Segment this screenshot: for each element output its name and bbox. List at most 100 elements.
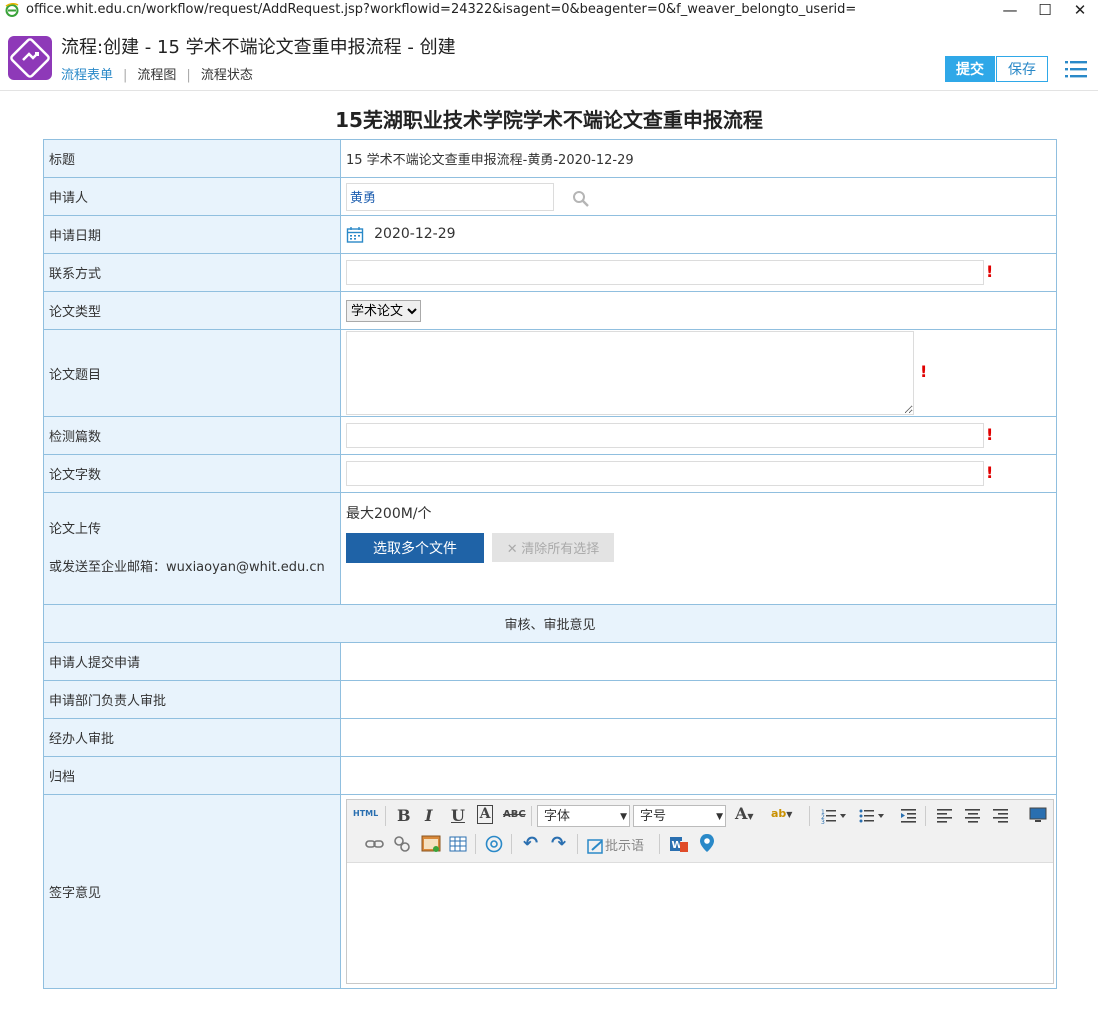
signature-edit-area[interactable] <box>347 863 1053 983</box>
tab-status[interactable]: 流程状态 <box>201 68 253 83</box>
font-color-icon[interactable]: A▼ <box>735 804 754 823</box>
chevron-down-icon: ▼ <box>620 812 627 822</box>
table-row: 经办人审批 <box>43 718 1057 757</box>
date-value: 2020-12-29 <box>374 226 456 242</box>
approval-row-label: 申请部门负责人审批 <box>43 680 341 719</box>
phrase-button[interactable]: 批示语 <box>587 835 657 855</box>
phrase-icon <box>587 838 603 854</box>
required-mark: ! <box>986 262 994 281</box>
approval-row-value <box>340 756 1057 795</box>
title-label: 标题 <box>43 139 341 178</box>
underline-icon[interactable]: U <box>451 806 465 825</box>
unlink-icon[interactable] <box>393 835 411 853</box>
table-row: 签字意见 HTML B I U A ABC 字体 ▼ 字号 ▼ A▼ ab▼ 1… <box>43 794 1057 989</box>
contact-field[interactable] <box>346 260 984 285</box>
location-pin-icon[interactable] <box>699 833 715 853</box>
approval-section-title: 审核、审批意见 <box>43 604 1057 643</box>
font-family-select[interactable]: 字体 ▼ <box>537 805 630 827</box>
table-row: 联系方式 ! <box>43 253 1057 292</box>
upload-limit-text: 最大200M/个 <box>346 506 432 522</box>
paper-topic-field[interactable] <box>346 331 914 415</box>
upload-label: 论文上传 <box>49 521 102 537</box>
upload-label-cell: 论文上传 或发送至企业邮箱：wuxiaoyan@whit.edu.cn <box>43 492 341 605</box>
required-mark: ! <box>920 361 928 381</box>
fullscreen-icon[interactable] <box>1029 807 1047 823</box>
word-count-field[interactable] <box>346 461 984 486</box>
highlight-icon[interactable]: ab▼ <box>771 807 792 820</box>
applicant-field[interactable] <box>346 182 554 211</box>
minimize-button[interactable]: — <box>992 0 1028 20</box>
submit-button[interactable]: 提交 <box>945 56 995 82</box>
maximize-button[interactable]: ☐ <box>1027 0 1063 20</box>
approval-row-value <box>340 642 1057 681</box>
font-family-select-label: 字体 <box>544 809 571 824</box>
table-row: 检测篇数 ! <box>43 416 1057 455</box>
unordered-list-icon[interactable] <box>859 808 887 824</box>
chevron-down-icon: ▼ <box>716 812 723 822</box>
paper-type-select[interactable]: 学术论文 <box>346 299 421 322</box>
workflow-header: 流程:创建 - 15 学术不端论文查重申报流程 - 创建 流程表单 | 流程图 | 流程… <box>0 28 1098 91</box>
table-row: 审核、审批意见 <box>43 604 1057 643</box>
italic-icon[interactable]: I <box>425 806 432 825</box>
clear-selection-button[interactable]: ✕ 清除所有选择 <box>492 533 614 562</box>
tab-flowchart[interactable]: 流程图 <box>137 68 176 83</box>
check-count-field[interactable] <box>346 423 984 448</box>
word-import-icon[interactable]: W <box>669 834 689 854</box>
svg-text:3: 3 <box>821 819 825 824</box>
font-border-icon[interactable]: A <box>477 805 493 824</box>
paper-type-label: 论文类型 <box>43 291 341 330</box>
workflow-tabs: 流程表单 | 流程图 | 流程状态 <box>61 68 253 83</box>
align-left-icon[interactable] <box>937 808 953 824</box>
calendar-icon[interactable] <box>346 226 364 244</box>
font-size-select[interactable]: 字号 ▼ <box>633 805 726 827</box>
page-title: 流程:创建 - 15 学术不端论文查重申报流程 - 创建 <box>61 37 456 58</box>
table-row: 申请人 <box>43 177 1057 216</box>
workflow-app-icon <box>8 36 52 80</box>
clear-selection-label: 清除所有选择 <box>521 541 600 556</box>
align-center-icon[interactable] <box>965 808 981 824</box>
table-row: 论文上传 或发送至企业邮箱：wuxiaoyan@whit.edu.cn 最大20… <box>43 492 1057 605</box>
approval-row-value <box>340 718 1057 757</box>
title-value: 15 学术不端论文查重申报流程-黄勇-2020-12-29 <box>340 139 1057 178</box>
approval-row-label: 申请人提交申请 <box>43 642 341 681</box>
select-files-button[interactable]: 选取多个文件 <box>346 533 484 563</box>
editor-toolbar: HTML B I U A ABC 字体 ▼ 字号 ▼ A▼ ab▼ 123 ↶ … <box>347 800 1053 863</box>
ordered-list-icon[interactable]: 123 <box>821 808 849 824</box>
table-row: 归档 <box>43 756 1057 795</box>
menu-list-icon[interactable] <box>1064 58 1088 80</box>
at-mention-icon[interactable] <box>485 835 503 853</box>
strikethrough-icon[interactable]: ABC <box>503 809 526 820</box>
table-row: 论文类型 学术论文 <box>43 291 1057 330</box>
contact-label: 联系方式 <box>43 253 341 292</box>
bold-icon[interactable]: B <box>397 806 411 825</box>
close-button[interactable]: ✕ <box>1062 0 1098 20</box>
table-row: 论文字数 ! <box>43 454 1057 493</box>
html-source-icon[interactable]: HTML <box>353 809 378 818</box>
rich-text-editor: HTML B I U A ABC 字体 ▼ 字号 ▼ A▼ ab▼ 123 ↶ … <box>346 799 1054 984</box>
align-right-icon[interactable] <box>993 808 1009 824</box>
font-size-select-label: 字号 <box>640 809 667 824</box>
image-icon[interactable] <box>421 835 441 853</box>
search-icon[interactable] <box>572 190 590 208</box>
paper-topic-label: 论文题目 <box>43 329 341 417</box>
required-mark: ! <box>986 425 994 444</box>
table-row: 申请人提交申请 <box>43 642 1057 681</box>
word-count-label: 论文字数 <box>43 454 341 493</box>
url-bar: office.whit.edu.cn/workflow/request/AddR… <box>0 0 1098 20</box>
phrase-label: 批示语 <box>605 839 645 854</box>
approval-row-label: 归档 <box>43 756 341 795</box>
save-button[interactable]: 保存 <box>996 56 1048 82</box>
redo-icon[interactable]: ↷ <box>551 833 566 854</box>
indent-icon[interactable] <box>901 808 917 824</box>
applicant-label: 申请人 <box>43 177 341 216</box>
undo-icon[interactable]: ↶ <box>523 833 538 854</box>
link-icon[interactable] <box>365 836 385 852</box>
table-row: 标题 15 学术不端论文查重申报流程-黄勇-2020-12-29 <box>43 139 1057 178</box>
clear-icon: ✕ <box>506 541 522 556</box>
upload-email-note: 或发送至企业邮箱：wuxiaoyan@whit.edu.cn <box>49 559 325 575</box>
table-row: 申请部门负责人审批 <box>43 680 1057 719</box>
table-icon[interactable] <box>449 836 467 852</box>
tab-form[interactable]: 流程表单 <box>61 68 113 83</box>
approval-row-label: 经办人审批 <box>43 718 341 757</box>
url-text: office.whit.edu.cn/workflow/request/AddR… <box>26 2 857 17</box>
